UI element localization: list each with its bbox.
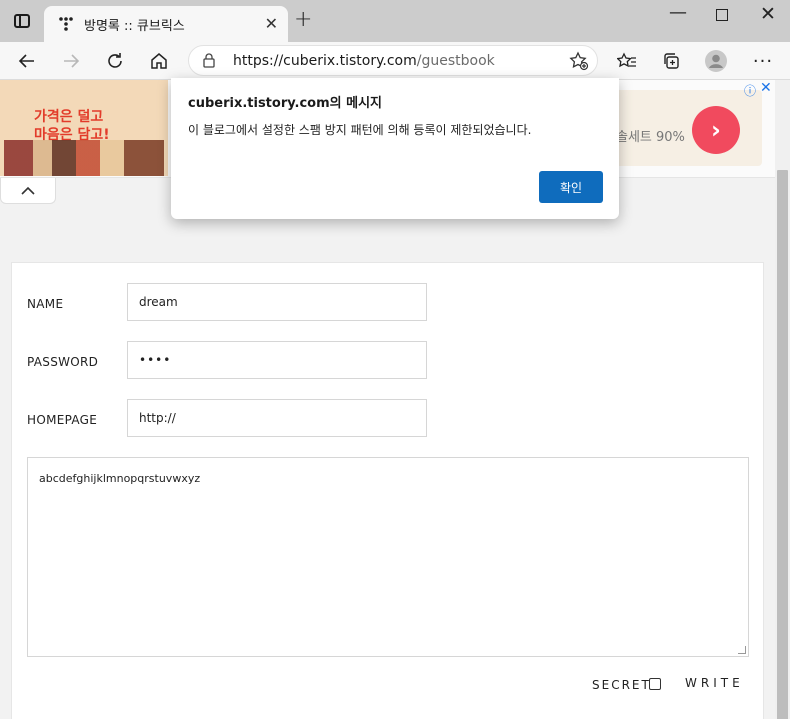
tab-close-icon[interactable]: ✕ (265, 14, 278, 33)
ad-go-button[interactable]: › (692, 106, 740, 154)
alert-dialog: cuberix.tistory.com의 메시지 이 블로그에서 설정한 스팸 … (171, 78, 619, 219)
favorites-icon[interactable] (614, 48, 640, 74)
guestbook-form: NAME dream PASSWORD •••• HOMEPAGE http:/… (11, 262, 764, 719)
tistory-favicon-icon (59, 17, 73, 31)
browser-toolbar: https://cuberix.tistory.com/guestbook ··… (0, 42, 790, 80)
chevron-up-icon (21, 186, 35, 195)
name-label: NAME (27, 297, 64, 311)
homepage-label: HOMEPAGE (27, 413, 98, 427)
ad-info-icon[interactable]: ⓘ (744, 82, 756, 99)
address-bar[interactable]: https://cuberix.tistory.com/guestbook (188, 45, 598, 76)
lock-icon[interactable] (203, 53, 215, 68)
ad-image[interactable]: 가격은 덜고 마음은 담고! (0, 80, 168, 176)
dialog-title: cuberix.tistory.com의 메시지 (188, 96, 383, 111)
ad-collapse-button[interactable] (0, 178, 56, 204)
ad-headline-1: 가격은 덜고 (34, 109, 104, 125)
maximize-icon[interactable] (716, 9, 728, 21)
url-text: https://cuberix.tistory.com/guestbook (233, 53, 495, 69)
tab-title: 방명록 :: 큐브릭스 (84, 19, 185, 34)
home-icon[interactable] (146, 48, 172, 74)
refresh-icon[interactable] (102, 48, 128, 74)
secret-checkbox[interactable] (649, 678, 661, 690)
window-close-icon[interactable]: ✕ (760, 3, 776, 25)
new-tab-button[interactable]: + (294, 9, 312, 31)
collections-icon[interactable] (658, 48, 684, 74)
back-icon[interactable] (14, 48, 40, 74)
homepage-input[interactable]: http:// (127, 399, 427, 437)
name-input[interactable]: dream (127, 283, 427, 321)
ad-offer-text: 솔세트 90% (616, 130, 685, 145)
ok-button[interactable]: 확인 (539, 171, 603, 203)
add-favorite-icon[interactable] (569, 51, 589, 71)
minimize-icon[interactable]: — (669, 2, 687, 23)
password-input[interactable]: •••• (127, 341, 427, 379)
tab-actions-icon[interactable] (14, 14, 30, 28)
resize-handle[interactable] (738, 646, 746, 654)
password-label: PASSWORD (27, 355, 99, 369)
more-menu-icon[interactable]: ··· (750, 48, 776, 74)
profile-avatar-icon[interactable] (703, 48, 729, 74)
ad-products-image (4, 140, 164, 176)
browser-tab[interactable]: 방명록 :: 큐브릭스 ✕ (44, 6, 288, 42)
dialog-message: 이 블로그에서 설정한 스팸 방지 패턴에 의해 등록이 제한되었습니다. (188, 123, 532, 137)
scrollbar-thumb[interactable] (777, 170, 788, 719)
write-button[interactable]: WRITE (685, 676, 744, 690)
message-text: abcdefghijklmnopqrstuvwxyz (39, 472, 201, 485)
forward-icon[interactable] (58, 48, 84, 74)
page-scrollbar[interactable] (775, 80, 790, 719)
title-bar: 방명록 :: 큐브릭스 ✕ + — ✕ (0, 0, 790, 42)
message-textarea[interactable]: abcdefghijklmnopqrstuvwxyz (27, 457, 749, 657)
ad-offer-panel[interactable]: 솔세트 90% › (612, 90, 762, 166)
ad-close-icon[interactable]: ✕ (760, 80, 772, 96)
secret-label: SECRET (592, 678, 651, 692)
